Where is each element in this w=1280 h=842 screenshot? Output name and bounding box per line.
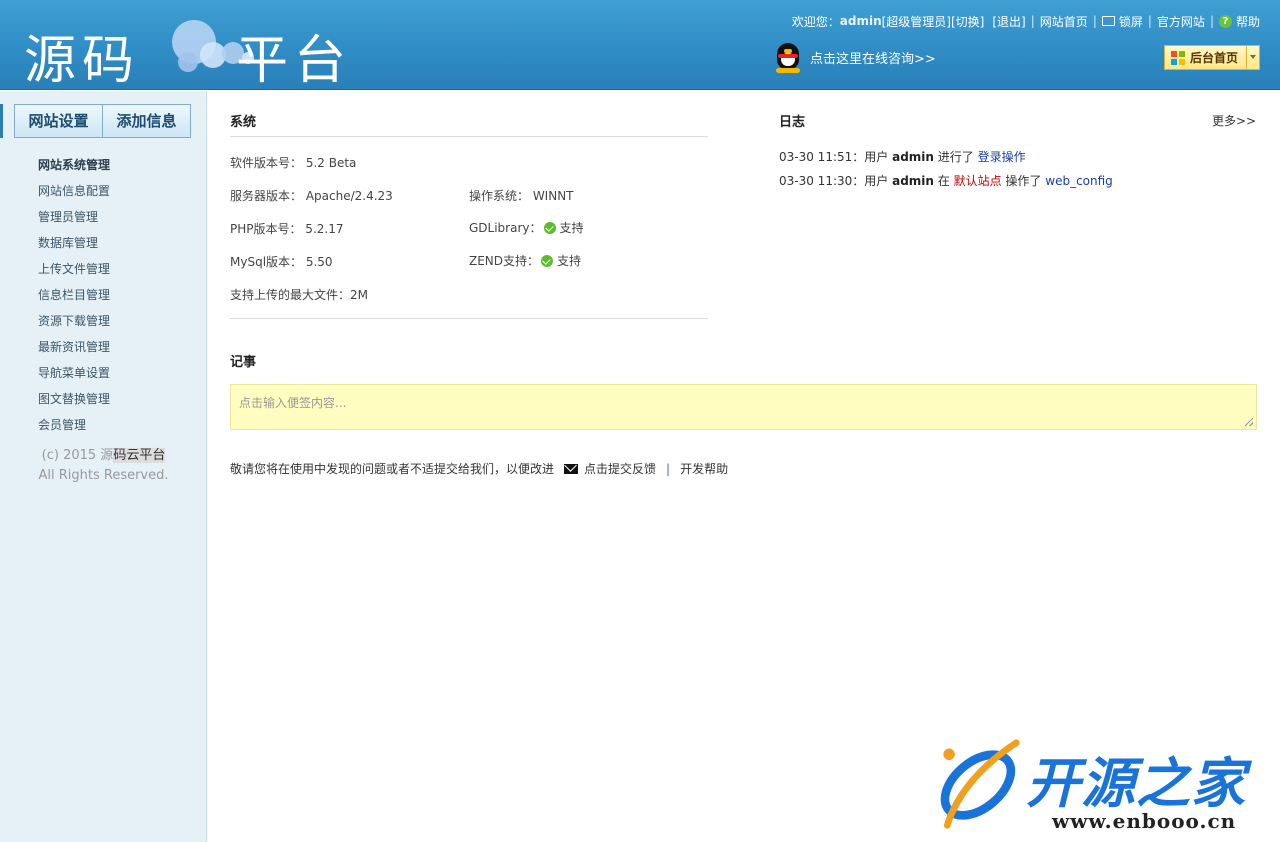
- envelope-icon: [564, 463, 579, 474]
- log-title: 日志: [779, 115, 806, 130]
- sidebar-item-nav-menu[interactable]: 导航菜单设置: [38, 365, 110, 391]
- copyright: (c) 2015 源码云平台 All Rights Reserved.: [38, 448, 169, 483]
- help-link[interactable]: 帮助: [1236, 13, 1260, 30]
- log-entry: 03-30 11:51：用户 admin 进行了 登录操作: [779, 150, 1026, 164]
- header-bar: 源码 平台 欢迎您： admin [超级管理员] [切换] [退出] | 网站首…: [0, 0, 1280, 91]
- sidebar-tabs: 网站设置 添加信息: [14, 104, 191, 138]
- sidebar-item-downloads[interactable]: 资源下载管理: [38, 313, 110, 339]
- site-home-link[interactable]: 网站首页: [1040, 13, 1088, 30]
- consult-label: 点击这里在线咨询>>: [810, 51, 936, 67]
- submit-feedback-link[interactable]: 点击提交反馈: [584, 460, 656, 477]
- monitor-icon: [1101, 16, 1115, 26]
- sidebar-item-image-replace[interactable]: 图文替换管理: [38, 391, 110, 417]
- more-logs-link[interactable]: 更多>>: [1212, 112, 1256, 129]
- divider: [230, 318, 708, 319]
- sidebar-item-columns[interactable]: 信息栏目管理: [38, 287, 110, 313]
- qq-penguin-icon: [774, 41, 802, 73]
- sidebar-menu: 网站系统管理 网站信息配置 管理员管理 数据库管理 上传文件管理 信息栏目管理 …: [38, 157, 110, 443]
- username: admin: [839, 14, 882, 28]
- admin-home-label: 后台首页: [1190, 51, 1239, 65]
- check-icon: [543, 222, 556, 234]
- tab-site-settings[interactable]: 网站设置: [15, 105, 103, 137]
- top-links: 欢迎您： admin [超级管理员] [切换] [退出] | 网站首页 | 锁屏…: [791, 13, 1260, 30]
- feedback-line: 敬请您将在使用中发现的问题或者不适提交给我们，以便改进 点击提交反馈 | 开发帮…: [230, 460, 729, 477]
- watermark-brand: 开源之家: [1026, 752, 1246, 815]
- sidebar-item-uploads[interactable]: 上传文件管理: [38, 261, 110, 287]
- sidebar-item-admins[interactable]: 管理员管理: [38, 209, 110, 235]
- system-title: 系统: [230, 115, 257, 130]
- sidebar: 网站设置 添加信息 网站系统管理 网站信息配置 管理员管理 数据库管理 上传文件…: [0, 91, 207, 842]
- log-action-link[interactable]: 登录操作: [978, 150, 1026, 164]
- logout-link[interactable]: [退出]: [992, 13, 1025, 30]
- logo-text-1: 源码: [24, 31, 141, 91]
- dev-help-link[interactable]: 开发帮助: [680, 460, 728, 477]
- sidebar-item-members[interactable]: 会员管理: [38, 417, 110, 443]
- watermark-url: www.enbooo.cn: [1052, 809, 1237, 833]
- official-site-link[interactable]: 官方网站: [1157, 13, 1205, 30]
- gdlibrary-status: GDLibrary： 支持: [469, 221, 584, 235]
- check-icon: [541, 255, 554, 267]
- max-upload-size: 支持上传的最大文件：2M: [230, 288, 368, 302]
- logo-text-2: 平台: [236, 31, 353, 91]
- server-version: 服务器版本： Apache/2.4.23: [230, 189, 393, 203]
- role-label: [超级管理员]: [881, 14, 951, 29]
- log-action-link[interactable]: web_config: [1045, 174, 1113, 188]
- feedback-text: 敬请您将在使用中发现的问题或者不适提交给我们，以便改进: [230, 462, 555, 476]
- tab-add-info[interactable]: 添加信息: [103, 105, 190, 137]
- chevron-down-icon[interactable]: [1246, 46, 1259, 69]
- lock-screen-link[interactable]: 锁屏: [1119, 13, 1143, 30]
- log-entry: 03-30 11:30：用户 admin 在 默认站点 操作了 web_conf…: [779, 174, 1113, 188]
- notes-title: 记事: [230, 355, 257, 370]
- notes-placeholder: 点击输入便签内容...: [239, 396, 347, 410]
- php-version: PHP版本号： 5.2.17: [230, 222, 344, 236]
- windows-icon: [1171, 50, 1185, 65]
- online-consult-link[interactable]: 点击这里在线咨询>>: [774, 40, 936, 74]
- divider: [230, 136, 708, 137]
- resize-handle[interactable]: [1245, 418, 1253, 426]
- welcome-label: 欢迎您：: [791, 14, 840, 29]
- notes-textarea[interactable]: 点击输入便签内容...: [230, 384, 1257, 430]
- software-version: 软件版本号： 5.2 Beta: [230, 156, 357, 170]
- sidebar-item-news[interactable]: 最新资讯管理: [38, 339, 110, 365]
- help-icon: ?: [1218, 14, 1232, 28]
- site-logo[interactable]: 源码 平台: [24, 12, 384, 91]
- os-info: 操作系统： WINNT: [469, 189, 574, 203]
- zend-status: ZEND支持： 支持: [469, 254, 582, 268]
- mysql-version: MySql版本： 5.50: [230, 255, 333, 269]
- switch-link[interactable]: [切换]: [951, 13, 984, 30]
- sidebar-item-database[interactable]: 数据库管理: [38, 235, 110, 261]
- watermark-logo: 开源之家 www.enbooo.cn: [924, 735, 1276, 840]
- sidebar-menu-heading: 网站系统管理: [38, 158, 111, 172]
- log-site-link[interactable]: 默认站点: [954, 174, 1002, 188]
- sidebar-item-site-info[interactable]: 网站信息配置: [38, 183, 110, 209]
- swirl-logo-icon: [940, 739, 1020, 829]
- admin-home-button[interactable]: 后台首页: [1164, 45, 1260, 70]
- active-tab-indicator: [0, 104, 3, 138]
